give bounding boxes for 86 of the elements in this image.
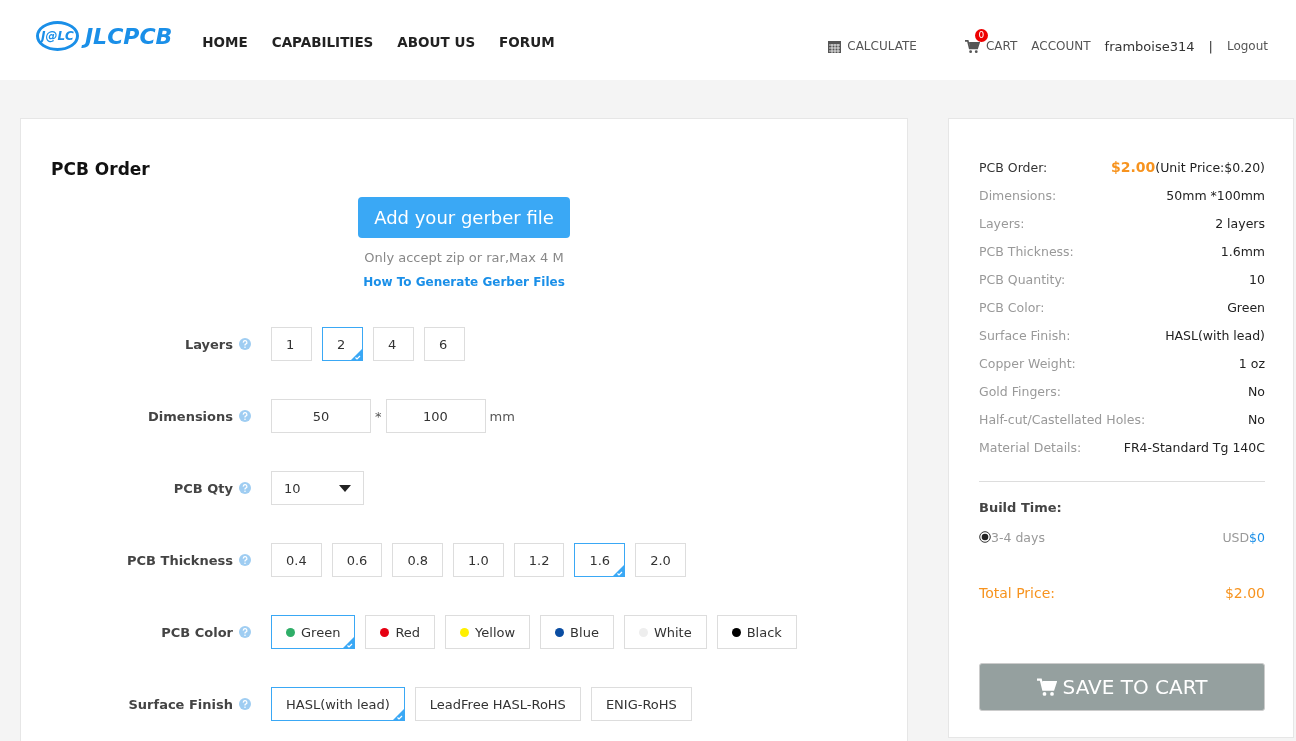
option-button[interactable]: HASL(with lead): [271, 687, 405, 721]
option-button[interactable]: 1: [271, 327, 312, 361]
check-corner-icon: [350, 348, 363, 361]
option-button[interactable]: 1.0: [453, 543, 504, 577]
times-sign: *: [375, 408, 382, 424]
quantity-dropdown[interactable]: 10: [271, 471, 364, 505]
summary-value: 50mm *100mm: [1166, 187, 1265, 203]
option-button[interactable]: 1.2: [513, 543, 565, 577]
summary-label: Dimensions:: [979, 187, 1057, 203]
check-corner-icon: [342, 636, 356, 649]
field-label: PCB Qty: [173, 480, 233, 496]
option-button[interactable]: 0.4: [271, 543, 322, 577]
option-button[interactable]: LeadFree HASL-RoHS: [414, 687, 581, 721]
summary-value: 2 layers: [1215, 215, 1265, 231]
radio-button[interactable]: [979, 531, 991, 543]
build-option-price: USD$0: [1222, 529, 1265, 545]
summary-label: PCB Color:: [979, 299, 1045, 315]
option-button[interactable]: Green: [271, 615, 356, 649]
order-title: PCB Order: [51, 159, 151, 179]
summary-value: 1 oz: [1238, 355, 1265, 371]
summary-value: FR4-Standard Tg 140C: [1123, 439, 1265, 455]
summary-label: PCB Thickness:: [979, 243, 1074, 259]
summary-label: Layers:: [979, 215, 1025, 231]
option-button[interactable]: Blue: [540, 615, 614, 649]
unit-label: mm: [489, 408, 515, 424]
help-icon[interactable]: [239, 554, 251, 566]
option-button[interactable]: 1.6: [574, 543, 626, 577]
summary-label: PCB Quantity:: [979, 271, 1066, 287]
help-icon[interactable]: [239, 338, 251, 350]
help-icon[interactable]: [239, 698, 251, 710]
calculate-link[interactable]: CALCULATE: [828, 39, 917, 53]
summary-label: Surface Finish:: [979, 327, 1071, 343]
field-label: Dimensions: [148, 408, 233, 424]
cart-count-badge: 0: [974, 28, 988, 42]
option-button[interactable]: Yellow: [445, 615, 531, 649]
option-button[interactable]: Black: [716, 615, 797, 649]
option-button[interactable]: 4: [373, 327, 414, 361]
summary-value: No: [1248, 383, 1265, 399]
option-button[interactable]: ENIG-RoHS: [590, 687, 692, 721]
calendar-icon: [828, 39, 842, 53]
build-option-label: 3-4 days: [991, 529, 1045, 545]
nav-link[interactable]: HOME: [202, 34, 248, 50]
summary-value: HASL(with lead): [1165, 327, 1265, 343]
account-link[interactable]: ACCOUNT: [1031, 39, 1091, 53]
check-corner-icon: [391, 708, 405, 721]
total-label: Total Price:: [979, 585, 1055, 601]
build-time-title: Build Time:: [979, 500, 1063, 515]
option-button[interactable]: 2: [322, 327, 363, 361]
summary-value: Green: [1227, 299, 1265, 315]
summary-label: PCB Order:: [979, 159, 1048, 175]
summary-value: No: [1248, 411, 1265, 427]
height-input[interactable]: 100: [385, 399, 486, 433]
summary-value: 10: [1249, 271, 1265, 287]
field-label: Layers: [184, 336, 233, 352]
option-button[interactable]: Red: [365, 615, 436, 649]
field-label: PCB Thickness: [127, 552, 233, 568]
option-button[interactable]: 6: [424, 327, 465, 361]
field-label: PCB Color: [161, 624, 233, 640]
cart-icon: [1036, 677, 1057, 697]
cart-link[interactable]: 0 CART: [964, 28, 1018, 54]
check-corner-icon: [612, 564, 626, 577]
nav-link[interactable]: CAPABILITIES: [271, 34, 374, 50]
option-button[interactable]: 0.8: [392, 543, 444, 577]
help-icon[interactable]: [239, 482, 251, 494]
field-label: Surface Finish: [128, 696, 233, 712]
width-input[interactable]: 50: [271, 399, 371, 433]
summary-label: Material Details:: [979, 439, 1082, 455]
username: framboise314: [1104, 38, 1195, 54]
upload-hint: Only accept zip or rar,Max 4 M: [364, 250, 564, 265]
help-icon[interactable]: [239, 410, 251, 422]
summary-value: 1.6mm: [1220, 243, 1265, 259]
cart-icon: [964, 38, 980, 54]
separator: |: [1208, 38, 1213, 54]
option-button[interactable]: 0.6: [331, 543, 383, 577]
help-icon[interactable]: [239, 626, 251, 638]
option-button[interactable]: White: [623, 615, 707, 649]
nav-link[interactable]: FORUM: [499, 34, 555, 50]
option-button[interactable]: 2.0: [635, 543, 686, 577]
summary-label: Half-cut/Castellated Holes:: [979, 411, 1146, 427]
summary-label: Copper Weight:: [979, 355, 1076, 371]
logout-link[interactable]: Logout: [1226, 39, 1268, 53]
nav-link[interactable]: ABOUT US: [397, 34, 476, 50]
summary-label: Gold Fingers:: [979, 383, 1061, 399]
order-price: $2.00(Unit Price:$0.20): [1111, 159, 1265, 175]
total-value: $2.00: [1224, 585, 1265, 601]
caret-icon: [339, 484, 351, 492]
